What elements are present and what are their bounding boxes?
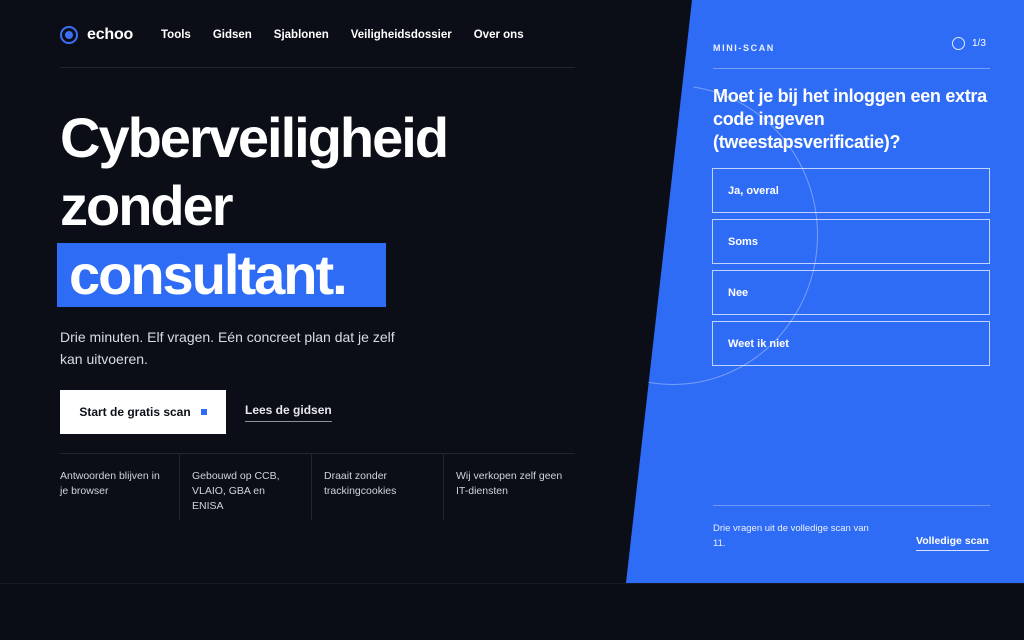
hero-subtitle: Drie minuten. Elf vragen. Eén concreet p… — [60, 329, 395, 367]
bottom-strip — [0, 583, 1024, 640]
scan-divider — [713, 68, 990, 69]
scan-note: Drie vragen uit de volledige scan van 11… — [713, 523, 869, 549]
answer-option-soms[interactable]: Soms — [712, 219, 990, 264]
square-icon — [200, 409, 207, 415]
scan-progress: 1/3 — [952, 37, 986, 50]
header-divider — [60, 67, 575, 68]
read-guides-link[interactable]: Lees de gidsen — [245, 403, 332, 422]
feature-item: Draait zonder trackingcookies — [311, 454, 443, 520]
answer-option-weet-ik-niet[interactable]: Weet ik niet — [712, 321, 990, 366]
hero-title-line-2: zonder — [60, 174, 234, 237]
answer-option-ja-overal[interactable]: Ja, overal — [712, 168, 990, 213]
feature-item: Antwoorden blijven in je browser — [60, 470, 160, 497]
scan-question: Moet je bij het inloggen een extra code … — [713, 86, 987, 152]
hero-title-line-1: Cyberveiligheid — [60, 106, 449, 169]
mini-scan-label: MINI-SCAN — [713, 43, 775, 53]
nav-item-over-ons[interactable]: Over ons — [474, 29, 524, 41]
start-scan-label: Start de gratis scan — [79, 405, 191, 419]
scan-progress-text: 1/3 — [972, 38, 986, 49]
progress-ring-icon — [952, 37, 965, 50]
feature-item: Gebouwd op CCB, VLAIO, GBA en ENISA — [179, 454, 311, 520]
answer-options: Ja, overal Soms Nee Weet ik niet — [712, 168, 990, 372]
main-nav: Tools Gidsen Sjablonen Veiligheidsdossie… — [161, 29, 524, 41]
answer-option-nee[interactable]: Nee — [712, 270, 990, 315]
nav-item-veiligheidsdossier[interactable]: Veiligheidsdossier — [351, 29, 452, 41]
logo-text: echoo — [87, 26, 134, 43]
feature-list: Antwoorden blijven in je browser Gebouwd… — [60, 454, 575, 520]
start-scan-button[interactable]: Start de gratis scan — [60, 390, 226, 434]
page: echoo Tools Gidsen Sjablonen Veiligheids… — [0, 0, 1024, 640]
logo-mark-icon — [60, 26, 78, 44]
hero-title-highlight: consultant. — [57, 243, 386, 307]
feature-item: Wij verkopen zelf geen IT-diensten — [443, 454, 575, 520]
full-scan-link[interactable]: Volledige scan — [916, 535, 989, 551]
nav-item-gidsen[interactable]: Gidsen — [213, 29, 252, 41]
scan-footer-divider — [713, 505, 990, 506]
nav-item-tools[interactable]: Tools — [161, 29, 191, 41]
logo[interactable]: echoo — [60, 26, 133, 44]
nav-item-sjablonen[interactable]: Sjablonen — [274, 29, 329, 41]
